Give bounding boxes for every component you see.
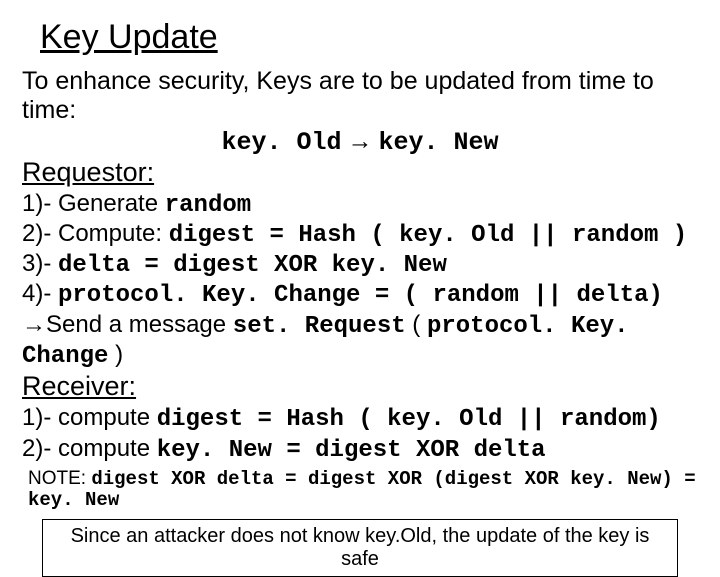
arrow-icon: → bbox=[342, 127, 379, 155]
receiver-step-2: 2)- compute key. New = digest XOR delta bbox=[22, 435, 698, 465]
requestor-step-2: 2)- Compute: digest = Hash ( key. Old ||… bbox=[22, 220, 698, 250]
requestor-step-3: 3)- delta = digest XOR key. New bbox=[22, 250, 698, 280]
requestor-step-5: →Send a message set. Request ( protocol.… bbox=[22, 311, 698, 372]
arrow-icon: → bbox=[22, 311, 46, 338]
requestor-step-4: 4)- protocol. Key. Change = ( random || … bbox=[22, 280, 698, 310]
slide-title: Key Update bbox=[40, 18, 698, 57]
intro-text: To enhance security, Keys are to be upda… bbox=[22, 67, 698, 125]
receiver-step-1: 1)- compute digest = Hash ( key. Old || … bbox=[22, 404, 698, 434]
requestor-step-1: 1)- Generate random bbox=[22, 190, 698, 220]
key-old: key. Old bbox=[221, 128, 341, 157]
callout-box: Since an attacker does not know key.Old,… bbox=[42, 519, 678, 577]
key-transform: key. Old→key. New bbox=[22, 127, 698, 157]
requestor-steps: 1)- Generate random 2)- Compute: digest … bbox=[22, 190, 698, 372]
slide: Key Update To enhance security, Keys are… bbox=[0, 0, 720, 540]
receiver-steps: 1)- compute digest = Hash ( key. Old || … bbox=[22, 404, 698, 465]
note-text: NOTE: digest XOR delta = digest XOR (dig… bbox=[28, 469, 698, 511]
key-new: key. New bbox=[379, 128, 499, 157]
receiver-heading: Receiver: bbox=[22, 371, 698, 402]
requestor-heading: Requestor: bbox=[22, 157, 698, 188]
